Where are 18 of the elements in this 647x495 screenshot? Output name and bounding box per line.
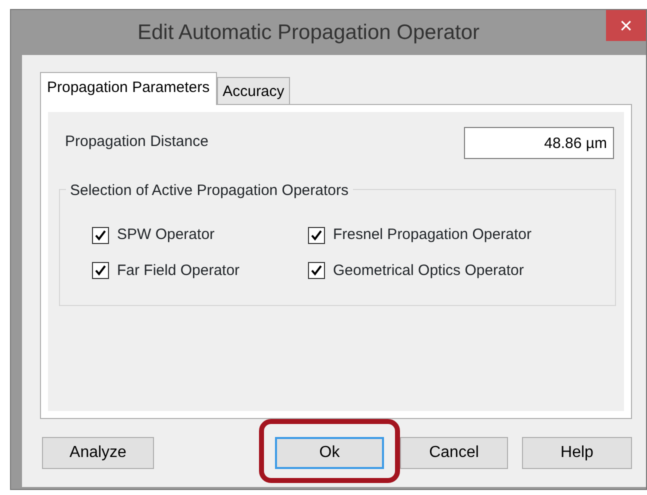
ok-button[interactable]: Ok [275,437,384,469]
tab[interactable]: Propagation Parameters [40,72,217,105]
close-button[interactable]: × [606,10,646,41]
checkbox[interactable] [92,262,109,280]
checkbox[interactable] [308,226,325,244]
checkbox[interactable] [92,226,109,244]
window-title: Edit Automatic Propagation Operator [137,20,480,46]
field-label: Propagation Distance [65,132,208,152]
tab[interactable]: Accuracy [216,76,290,104]
analyze-button[interactable]: Analyze [42,437,154,469]
distance-field[interactable]: 48.86 µm [464,127,614,159]
help-button[interactable]: Help [522,437,632,469]
checkbox-label: Fresnel Propagation Operator [333,225,532,245]
checkbox-label: Geometrical Optics Operator [333,260,524,280]
checkbox[interactable] [308,262,325,280]
cancel-button[interactable]: Cancel [400,437,508,469]
checkbox-label: SPW Operator [117,225,215,245]
checkbox-label: Far Field Operator [117,260,240,280]
